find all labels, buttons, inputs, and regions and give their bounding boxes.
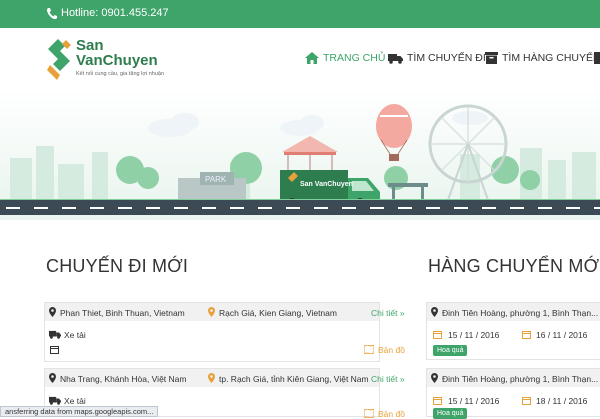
cargo-type-badge: Hoa quả xyxy=(433,408,468,419)
truck-icon xyxy=(388,53,403,64)
map-icon xyxy=(364,345,374,354)
trip-from: Nha Trang, Khánh Hòa, Việt Nam xyxy=(60,374,187,384)
nav-more-icon xyxy=(594,52,600,64)
map-pin-icon xyxy=(208,373,215,383)
map-pin-icon xyxy=(431,373,438,383)
cargo-card[interactable]: Đinh Tiên Hoàng, phường 1, Bình Thạn... … xyxy=(426,302,600,360)
calendar-icon xyxy=(433,331,442,339)
trip-card[interactable]: Phan Thiet, Binh Thuan, Vietnam Rạch Giá… xyxy=(44,302,405,362)
cargo-address: Đinh Tiên Hoàng, phường 1, Bình Thạn... xyxy=(442,308,599,318)
nav-more[interactable] xyxy=(594,50,600,66)
truck-icon xyxy=(49,396,61,405)
home-icon xyxy=(305,52,319,64)
cargo-date-from: 15 / 11 / 2016 xyxy=(448,330,500,340)
trip-map-link[interactable]: Bản đồ xyxy=(378,345,405,355)
cargo-date-from: 15 / 11 / 2016 xyxy=(448,396,500,406)
hotline-text: Hotline: 0901.455.247 xyxy=(61,7,169,19)
map-pin-icon xyxy=(49,373,56,383)
browser-status-bar: ansferring data from maps.googleapis.com… xyxy=(0,406,159,417)
nav-home[interactable]: TRANG CHỦ xyxy=(305,50,385,66)
nav-find-trips-label: TÌM CHUYẾN ĐI xyxy=(407,52,486,64)
truck-brand: San VanChuyen xyxy=(300,181,353,188)
box-icon xyxy=(485,52,498,64)
trip-to: Rạch Giá, Kien Giang, Vietnam xyxy=(219,308,337,318)
trip-vehicle: Xe tải xyxy=(64,396,86,406)
map-pin-icon xyxy=(431,307,438,317)
nav-home-label: TRANG CHỦ xyxy=(323,52,386,64)
trip-detail-link[interactable]: Chi tiết » xyxy=(371,308,405,318)
calendar-icon xyxy=(522,397,531,405)
cargo-date-to: 16 / 11 / 2016 xyxy=(536,330,588,340)
top-bar: Hotline: 0901.455.247 xyxy=(0,0,600,28)
park-sign: PARK xyxy=(205,175,227,184)
nav-find-cargo[interactable]: TÌM HÀNG CHUYỂN xyxy=(485,50,600,66)
calendar-icon xyxy=(522,331,531,339)
calendar-icon xyxy=(433,397,442,405)
nav-find-trips[interactable]: TÌM CHUYẾN ĐI xyxy=(388,50,486,66)
map-pin-icon xyxy=(208,307,215,317)
cargo-address: Đinh Tiên Hoàng, phường 1, Bình Thạn... xyxy=(442,374,599,384)
road xyxy=(0,200,600,215)
calendar-icon xyxy=(50,346,59,354)
logo-text[interactable]: San VanChuyen xyxy=(76,38,158,68)
trip-vehicle: Xe tải xyxy=(64,330,86,340)
trip-to: tp. Rạch Giá, tỉnh Kiên Giang, Việt Nam xyxy=(219,374,369,384)
trip-from: Phan Thiet, Binh Thuan, Vietnam xyxy=(60,308,185,318)
logo-mark-icon xyxy=(47,39,71,80)
map-pin-icon xyxy=(49,307,56,317)
new-trips-title: CHUYẾN ĐI MỚI xyxy=(46,256,189,276)
cargo-date-to: 18 / 11 / 2016 xyxy=(536,396,588,406)
new-cargo-title: HÀNG CHUYỂN MỚI xyxy=(428,256,600,276)
cargo-card[interactable]: Đinh Tiên Hoàng, phường 1, Bình Thạn... … xyxy=(426,368,600,419)
trip-detail-link[interactable]: Chi tiết » xyxy=(371,374,405,384)
truck-icon xyxy=(49,330,61,339)
phone-icon xyxy=(46,8,57,20)
nav-find-cargo-label: TÌM HÀNG CHUYỂN xyxy=(502,52,600,64)
cargo-type-badge: Hoa quả xyxy=(433,345,468,356)
logo-slogan: Kết nối cung cầu, gia tăng lợi nhuận xyxy=(76,71,165,77)
logo-line-2: VanChuyen xyxy=(76,52,158,69)
trip-map-link[interactable]: Bản đồ xyxy=(378,409,405,419)
